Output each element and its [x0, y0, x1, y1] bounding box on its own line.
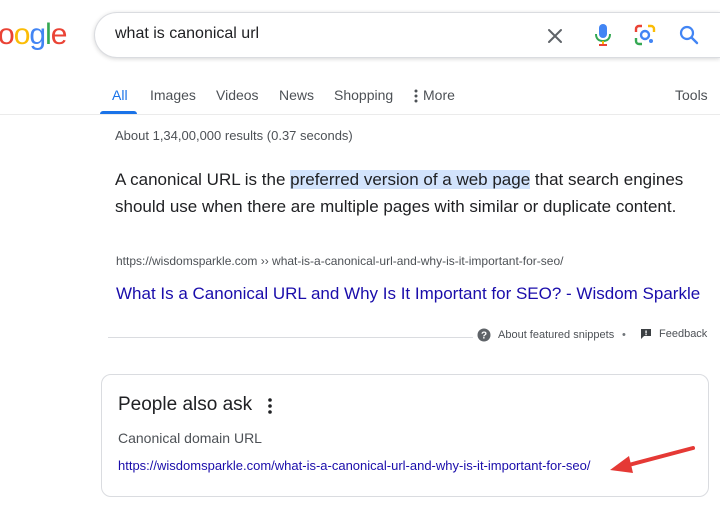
- lens-camera-icon[interactable]: [632, 22, 658, 48]
- feedback-flag-icon: [641, 329, 651, 339]
- snippet-divider: [108, 337, 473, 338]
- footer-separator: •: [622, 329, 626, 341]
- result-cite: https://wisdomsparkle.com ›› what-is-a-c…: [116, 254, 564, 268]
- tab-videos[interactable]: Videos: [216, 87, 259, 103]
- paa-question: Canonical domain URL: [118, 430, 262, 446]
- feedback-link[interactable]: Feedback: [640, 328, 707, 340]
- tab-shopping[interactable]: Shopping: [334, 87, 393, 103]
- tab-images[interactable]: Images: [150, 87, 196, 103]
- feedback-label: Feedback: [659, 328, 708, 340]
- logo-letter: o: [13, 18, 31, 51]
- result-stats: About 1,34,00,000 results (0.37 seconds): [115, 128, 353, 143]
- about-featured-snippets[interactable]: ? About featured snippets: [477, 328, 614, 342]
- tab-more[interactable]: More: [414, 87, 455, 103]
- result-title-link[interactable]: What Is a Canonical URL and Why Is It Im…: [116, 284, 700, 304]
- google-logo[interactable]: oogle: [0, 18, 68, 52]
- logo-letter: e: [50, 18, 68, 51]
- featured-snippet-text: A canonical URL is the preferred version…: [115, 166, 715, 220]
- three-dots-vertical-icon: [414, 89, 418, 103]
- search-input[interactable]: what is canonical url: [115, 25, 259, 43]
- tools-button[interactable]: Tools: [675, 87, 708, 103]
- snippet-text-before: A canonical URL is the: [115, 170, 291, 189]
- paa-link[interactable]: https://wisdomsparkle.com/what-is-a-cano…: [118, 458, 590, 473]
- about-featured-snippets-label: About featured snippets: [498, 329, 615, 341]
- logo-letter: o: [0, 18, 15, 51]
- tab-more-label: More: [423, 87, 455, 103]
- tab-all[interactable]: All: [112, 87, 128, 103]
- snippet-highlight: preferred version of a web page: [290, 170, 531, 189]
- svg-text:?: ?: [481, 331, 487, 342]
- microphone-icon[interactable]: [590, 22, 616, 48]
- people-also-ask-title: People also ask: [118, 394, 253, 415]
- tab-news[interactable]: News: [279, 87, 314, 103]
- annotation-arrow-icon: [610, 446, 695, 473]
- close-icon[interactable]: [543, 24, 567, 48]
- question-circle-icon: ?: [477, 328, 491, 342]
- tabs-divider: [0, 114, 720, 115]
- logo-letter: g: [29, 18, 46, 51]
- three-dots-vertical-icon[interactable]: [263, 396, 277, 416]
- search-icon[interactable]: [676, 22, 702, 48]
